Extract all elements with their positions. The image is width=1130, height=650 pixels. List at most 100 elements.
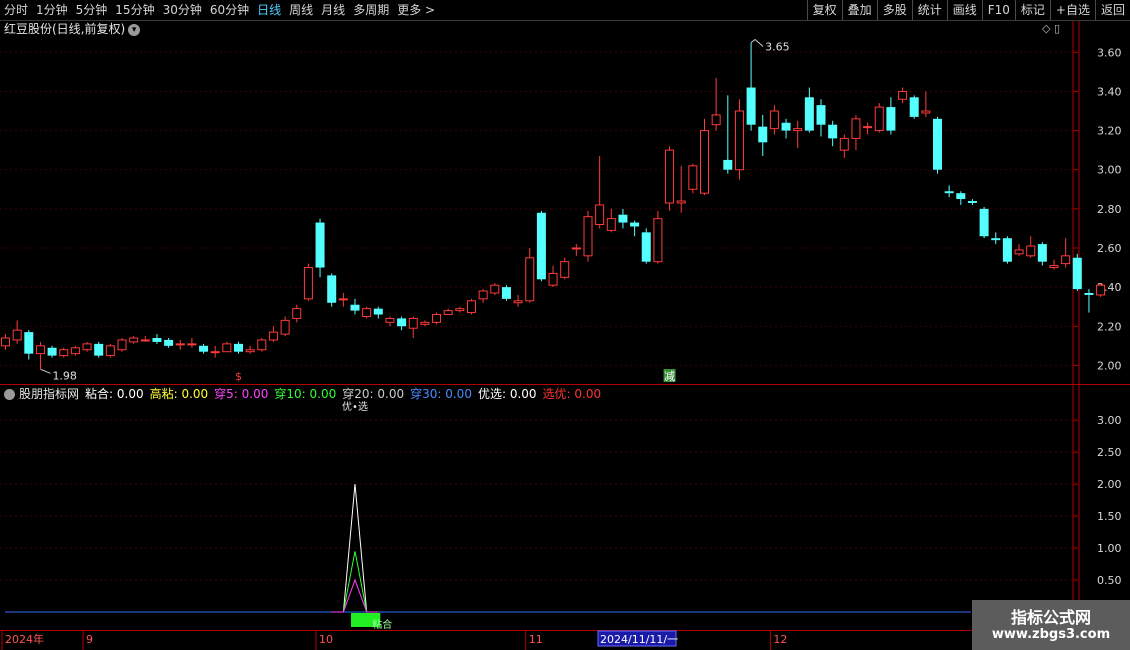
- candle-body: [956, 193, 966, 200]
- candle-body: [665, 149, 675, 204]
- candle-body: [560, 261, 570, 278]
- signal-bar-label: 粘合: [372, 618, 392, 631]
- candle-body: [874, 106, 884, 132]
- candle: [956, 191, 966, 205]
- candle-body: [70, 347, 80, 355]
- candle: [560, 257, 570, 280]
- candle-body: [222, 343, 232, 353]
- candle-body: [839, 137, 849, 151]
- candle-body: [408, 317, 418, 329]
- candle: [734, 99, 744, 180]
- indicator-legend: 股朋指标网 粘合: 0.00 高粘: 0.00 穿5: 0.00 穿10: 0.00 穿…: [4, 386, 607, 402]
- chart-area[interactable]: 3.603.403.203.002.802.602.402.202.003.65…: [0, 0, 1130, 650]
- candle: [478, 289, 488, 303]
- watermark: 指标公式网 www.zbgs3.com: [972, 600, 1130, 650]
- legend-items: 粘合: 0.00 高粘: 0.00 穿5: 0.00 穿10: 0.00 穿20: 0.…: [85, 386, 607, 402]
- watermark-url: www.zbgs3.com: [991, 627, 1111, 642]
- candle-body: [851, 118, 861, 139]
- candle: [1014, 244, 1024, 256]
- candle: [303, 263, 313, 301]
- candle-body: [781, 122, 791, 131]
- candle-body: [723, 159, 733, 170]
- candle-body: [59, 349, 69, 357]
- candle-body: [676, 200, 686, 204]
- candle: [350, 298, 360, 315]
- candle-body: [711, 114, 721, 126]
- date-cursor-label: 2024/11/11/一: [600, 633, 678, 646]
- candle: [874, 103, 884, 133]
- candle-body: [1061, 255, 1071, 265]
- candle-body: [571, 247, 581, 250]
- candle-body: [210, 351, 220, 354]
- candle-body: [397, 318, 407, 327]
- candle-body: [350, 304, 360, 311]
- candle-body: [1026, 245, 1036, 257]
- candle-body: [420, 321, 430, 325]
- date-axis: 2024年 9 10 11 12 2024/11/11/一: [1, 630, 787, 650]
- candle: [676, 165, 686, 213]
- indicator-title: 股朋指标网: [19, 387, 80, 401]
- indicator-tick-label: 2.50: [1097, 446, 1122, 459]
- candle-body: [338, 298, 348, 301]
- candle: [292, 304, 302, 323]
- candle: [851, 114, 861, 151]
- candle-body: [327, 275, 337, 303]
- candle-body: [140, 339, 150, 342]
- candle: [863, 122, 873, 135]
- candle: [210, 345, 220, 358]
- candle: [222, 341, 232, 353]
- candle: [117, 337, 127, 352]
- candle-body: [828, 124, 838, 139]
- candle: [24, 330, 34, 360]
- candle-body: [234, 343, 243, 352]
- candle: [234, 341, 243, 354]
- candle: [70, 345, 80, 356]
- candle: [175, 339, 185, 350]
- candle-body: [746, 87, 756, 125]
- candle-body: [700, 130, 709, 194]
- legend-item-0: 粘合: 0.00: [85, 387, 144, 401]
- legend-item-5: 穿30: 0.00: [410, 387, 472, 401]
- candle-body: [863, 126, 873, 129]
- candle-body: [35, 345, 45, 355]
- indicator-series: 粘合优•选: [5, 400, 971, 631]
- candle-body: [944, 191, 954, 194]
- grid-lines: [0, 51, 1073, 581]
- candle: [432, 312, 442, 325]
- candle: [746, 42, 756, 131]
- legend-item-1: 高粘: 0.00: [149, 387, 209, 401]
- candle: [828, 120, 838, 147]
- candle: [1002, 236, 1012, 264]
- candle-body: [548, 272, 558, 286]
- candle: [606, 208, 616, 233]
- candle-body: [1, 337, 10, 347]
- candle: [1072, 253, 1082, 292]
- candle-body: [245, 349, 255, 353]
- candle: [467, 298, 476, 315]
- candle-body: [94, 343, 104, 356]
- candle: [933, 116, 942, 174]
- candle-body: [653, 218, 663, 263]
- candle: [94, 341, 104, 358]
- candle-body: [443, 310, 453, 316]
- candle-body: [164, 339, 174, 346]
- legend-item-4: 穿20: 0.00: [342, 387, 405, 401]
- candle-body: [688, 165, 698, 190]
- candle-body: [793, 128, 803, 132]
- candle: [59, 347, 69, 358]
- candle-body: [187, 343, 197, 346]
- indicator-tick-label: 0.50: [1097, 574, 1122, 587]
- candle-body: [175, 343, 185, 346]
- candle: [886, 97, 896, 135]
- candle: [338, 292, 348, 307]
- candle: [583, 210, 593, 262]
- indicator-menu-icon[interactable]: [4, 388, 15, 400]
- candle: [711, 77, 721, 131]
- candle-body: [362, 308, 372, 317]
- candle-body: [967, 201, 977, 203]
- signal-marker: $: [235, 370, 242, 383]
- candle-body: [280, 319, 290, 335]
- candle-body: [1072, 257, 1082, 290]
- candle: [105, 343, 115, 358]
- candle-body: [257, 339, 267, 351]
